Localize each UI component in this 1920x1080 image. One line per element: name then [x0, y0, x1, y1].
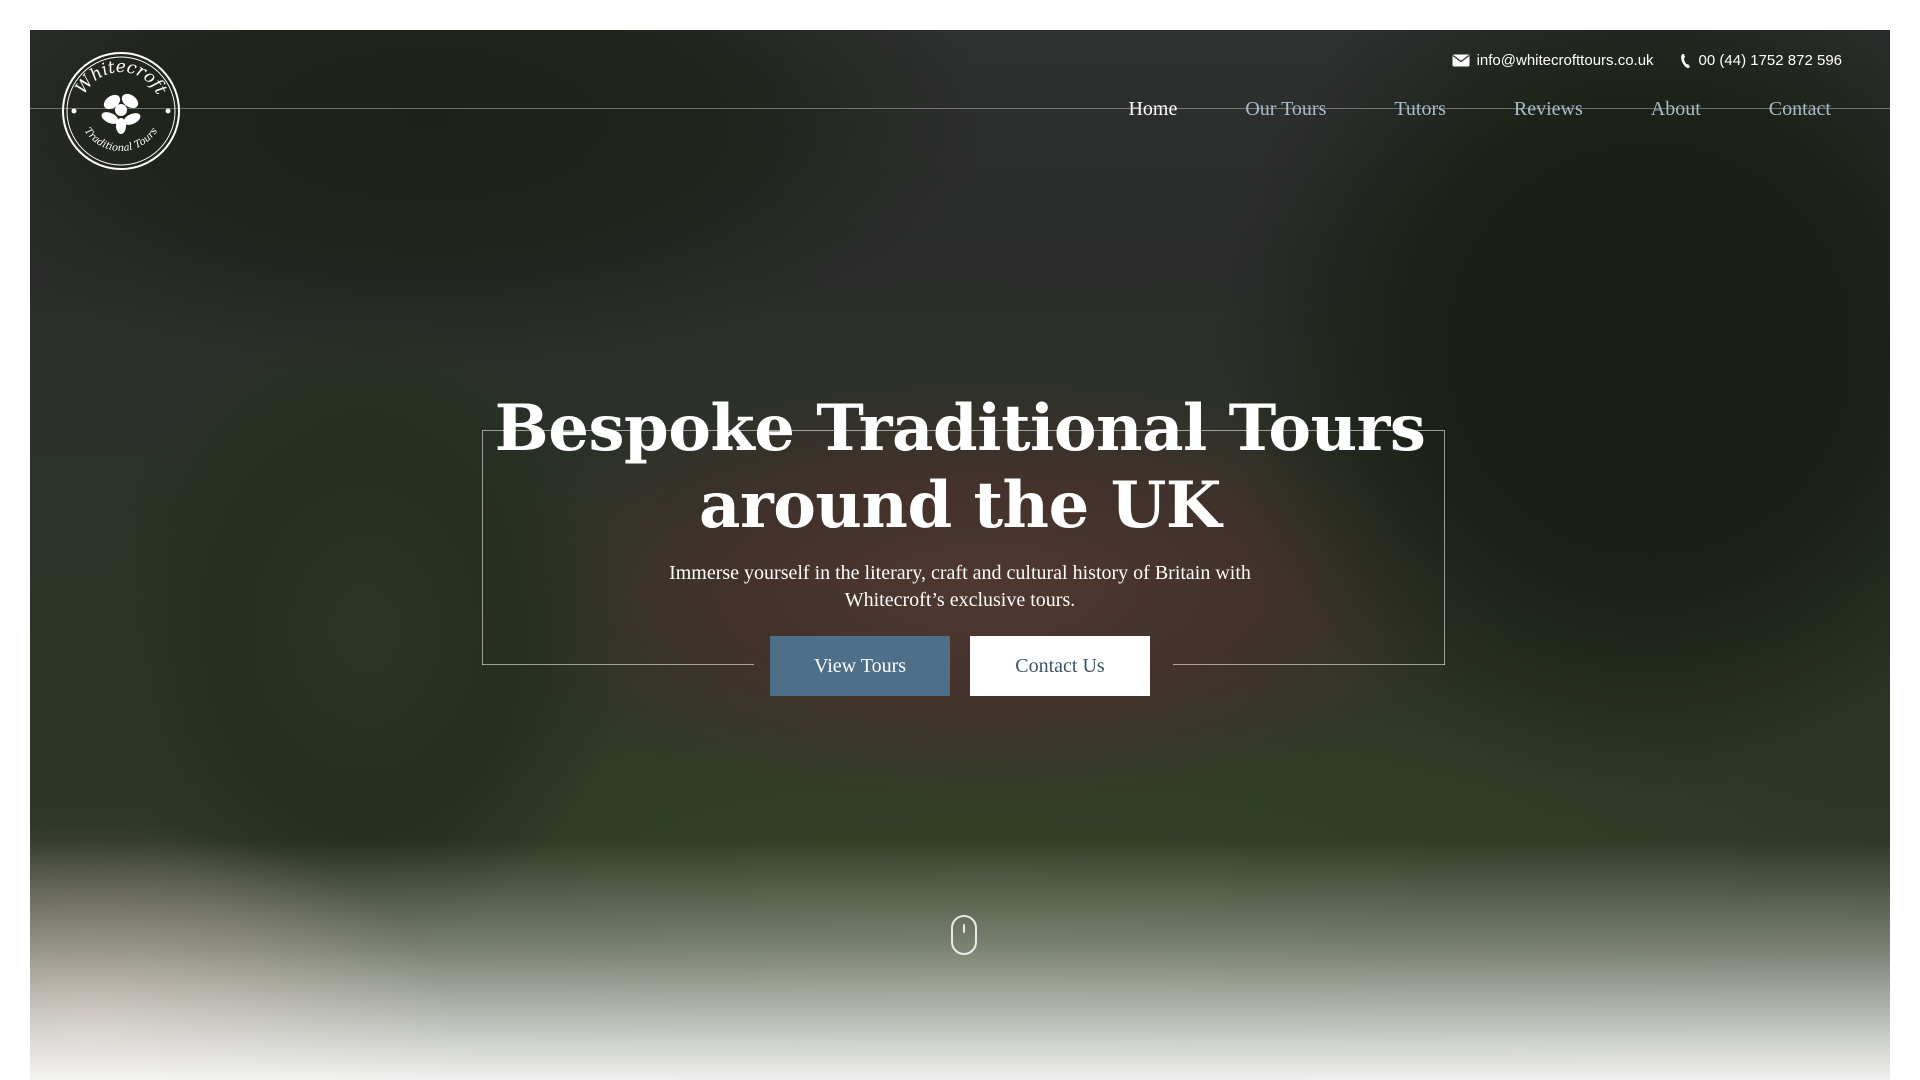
nav-item-about[interactable]: About — [1617, 97, 1735, 121]
nav-item-tutors[interactable]: Tutors — [1360, 97, 1480, 121]
mouse-scroll-icon[interactable] — [951, 915, 977, 955]
contact-us-button[interactable]: Contact Us — [970, 636, 1150, 696]
contact-bar: info@whitecrofttours.co.uk 00 (44) 1752 … — [1452, 52, 1842, 69]
nav-label: About — [1650, 98, 1701, 120]
nav-item-our-tours[interactable]: Our Tours — [1211, 97, 1360, 121]
email-text: info@whitecrofttours.co.uk — [1476, 52, 1654, 69]
hero-title: Bespoke Traditional Tours around the UK — [30, 390, 1890, 544]
envelope-icon — [1452, 54, 1470, 67]
phone-link[interactable]: 00 (44) 1752 872 596 — [1680, 52, 1842, 69]
logo-flower-icon — [71, 93, 171, 134]
phone-text: 00 (44) 1752 872 596 — [1698, 52, 1842, 69]
hero-bottom-fade — [30, 840, 1890, 1080]
nav-label: Contact — [1768, 98, 1831, 120]
hero-buttons: View Tours Contact Us — [30, 636, 1890, 696]
main-nav: Home Our Tours Tutors Reviews About Cont… — [1094, 97, 1835, 121]
hero-section: Whitecroft Traditional Tours info@whitec… — [30, 30, 1890, 1080]
nav-item-contact[interactable]: Contact — [1735, 97, 1835, 121]
hero-title-line-1: Bespoke Traditional Tours — [494, 391, 1426, 466]
nav-label: Our Tours — [1245, 98, 1327, 120]
email-link[interactable]: info@whitecrofttours.co.uk — [1452, 52, 1654, 69]
phone-icon — [1680, 53, 1690, 68]
nav-label: Reviews — [1513, 98, 1583, 120]
logo-badge: Whitecroft Traditional Tours — [62, 52, 180, 170]
nav-item-reviews[interactable]: Reviews — [1480, 97, 1617, 121]
hero-title-line-2: around the UK — [699, 468, 1222, 543]
nav-item-home[interactable]: Home — [1094, 97, 1211, 121]
view-tours-button[interactable]: View Tours — [770, 636, 950, 696]
nav-label: Tutors — [1394, 98, 1446, 120]
hero-subtitle: Immerse yourself in the literary, craft … — [669, 562, 1251, 611]
nav-label: Home — [1128, 98, 1178, 120]
logo[interactable]: Whitecroft Traditional Tours — [60, 50, 182, 172]
